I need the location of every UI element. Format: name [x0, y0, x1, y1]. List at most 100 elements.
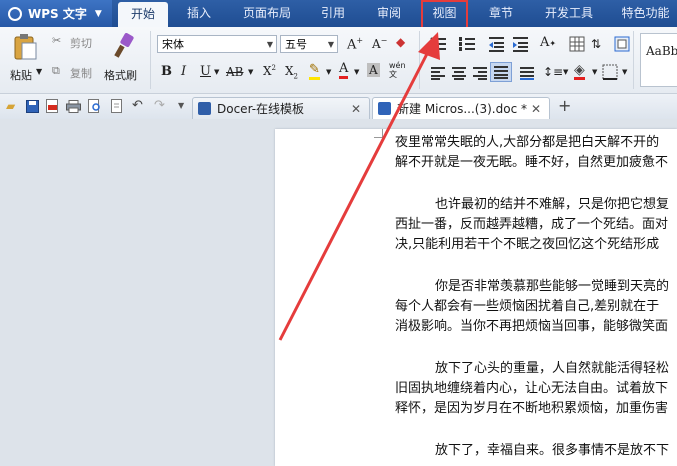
print-preview-icon[interactable] [88, 99, 102, 113]
tab-docer-templates[interactable]: Docer-在线模板 ✕ [192, 97, 370, 119]
line-spacing-icon[interactable]: ↕≡ [543, 65, 563, 79]
table-icon[interactable] [569, 36, 585, 52]
borders-icon[interactable] [602, 64, 618, 80]
wps-logo-icon [8, 6, 22, 21]
tab-developer[interactable]: 开发工具 [534, 0, 604, 27]
print-icon[interactable] [66, 100, 81, 113]
document-page[interactable]: 夜里常常失眠的人,大部分都是把白天解不开的 解不开就是一夜无眠。睡不好，自然更加… [275, 129, 677, 466]
paragraph-1: 夜里常常失眠的人,大部分都是把白天解不开的 解不开就是一夜无眠。睡不好，自然更加… [395, 133, 677, 173]
bold-icon[interactable]: B [161, 64, 172, 79]
text-line: 放下了心头的重量，人自然就能活得轻松 [435, 361, 670, 376]
word-doc-icon [378, 102, 391, 115]
text-line: 释怀，是因为岁月在不断地积累烦恼，加重伤害 [395, 401, 669, 416]
phonetic-guide-icon[interactable]: wén 文 [389, 61, 406, 79]
chevron-down-icon[interactable]: ▼ [178, 101, 184, 110]
shrink-font-icon[interactable]: A− [372, 36, 387, 51]
ribbon-divider [633, 31, 634, 89]
tab-page-layout[interactable]: 页面布局 [234, 0, 300, 27]
document-icon[interactable] [111, 99, 123, 113]
close-icon[interactable]: ✕ [531, 98, 541, 120]
justify-button[interactable] [490, 62, 512, 82]
copy-button[interactable]: ⧉ 复制 [52, 63, 102, 81]
text-direction-icon[interactable]: A✦ [540, 35, 556, 50]
increase-indent-icon[interactable] [512, 36, 530, 52]
text-line: 决,只能利用若干个不眠之夜回忆这个死结形成 [395, 237, 660, 252]
docer-icon [198, 102, 211, 115]
tab-references[interactable]: 引用 [310, 0, 356, 27]
subscript-icon[interactable]: X2 [285, 64, 298, 80]
paste-label: 粘贴 [10, 69, 32, 82]
cut-label: 剪切 [70, 37, 92, 50]
align-center-icon[interactable] [451, 66, 467, 80]
menu-bar: WPS 文字 ▼ 开始 插入 页面布局 引用 审阅 视图 章节 开发工具 特色功… [0, 0, 677, 27]
tab-insert[interactable]: 插入 [174, 0, 224, 27]
copy-icon: ⧉ [52, 64, 60, 77]
bullet-list-icon[interactable] [429, 36, 449, 52]
close-icon[interactable]: ✕ [351, 98, 361, 120]
margin-corner-mark [374, 129, 383, 138]
font-name-value: 宋体 [162, 38, 184, 51]
highlight-box [421, 0, 468, 30]
format-painter-button[interactable]: 格式刷 [104, 31, 144, 87]
font-size-select[interactable]: 五号 ▼ [280, 35, 338, 53]
underline-icon[interactable]: U [200, 64, 211, 79]
char-shading-icon[interactable]: A [367, 63, 380, 77]
text-line: 西扯一番，反而越弄越糟，成了一个死结。面对 [395, 217, 669, 232]
highlight-icon[interactable]: ✎ [309, 63, 320, 80]
tab-review[interactable]: 审阅 [366, 0, 412, 27]
tab-label: Docer-在线模板 [217, 102, 305, 116]
app-menu-button[interactable]: WPS 文字 ▼ [0, 0, 112, 27]
text-line: 也许最初的结并不难解，只是你把它想复 [435, 197, 670, 212]
show-marks-icon[interactable] [614, 36, 630, 52]
distributed-align-icon[interactable] [519, 66, 535, 80]
font-name-select[interactable]: 宋体 ▼ [157, 35, 277, 53]
style-preview[interactable]: AaBb [640, 33, 677, 87]
format-painter-label: 格式刷 [104, 69, 137, 82]
tab-special[interactable]: 特色功能 [614, 0, 677, 27]
new-tab-icon[interactable]: + [558, 96, 571, 115]
align-left-icon[interactable] [430, 66, 446, 80]
save-icon[interactable] [26, 100, 39, 113]
paste-button[interactable]: 粘贴 ▼ [6, 31, 44, 87]
chevron-down-icon: ▼ [214, 68, 220, 76]
chevron-down-icon: ▼ [266, 40, 273, 49]
chevron-down-icon: ▼ [36, 67, 43, 76]
tab-document[interactable]: 新建 Micros...(3).doc * ✕ [372, 97, 550, 119]
tab-chapter[interactable]: 章节 [478, 0, 524, 27]
paragraph-5: 放下了，幸福自来。很多事情不是放不下 [395, 441, 677, 461]
scissors-icon: ✂ [52, 34, 62, 47]
cut-button[interactable]: ✂ 剪切 [52, 33, 102, 51]
document-workspace: 夜里常常失眠的人,大部分都是把白天解不开的 解不开就是一夜无眠。睡不好，自然更加… [0, 119, 677, 466]
text-line: 解不开就是一夜无眠。睡不好，自然更加疲惫不 [395, 155, 669, 170]
text-line: 消极影响。当你不再把烦恼当回事，能够微笑面 [395, 319, 669, 334]
ribbon: 粘贴 ▼ ✂ 剪切 ⧉ 复制 格式刷 宋体 ▼ 五号 ▼ A+ A− ◆ B I… [0, 27, 677, 94]
font-color-icon[interactable]: A [339, 62, 349, 79]
quick-access-and-tabs: ▰ ↶ ↷ ▼ Docer-在线模板 ✕ 新建 Micros...(3).doc… [0, 94, 677, 120]
text-line: 放下了，幸福自来。很多事情不是放不下 [435, 443, 670, 458]
strikethrough-icon[interactable]: AB [226, 65, 243, 79]
paragraph-3: 你是否非常羡慕那些能够一觉睡到天亮的 每个人都会有一些烦恼困扰着自己,差别就在于… [395, 277, 677, 337]
decrease-indent-icon[interactable] [488, 36, 506, 52]
clear-format-icon[interactable]: ◆ [396, 35, 405, 49]
ribbon-divider [150, 31, 151, 89]
export-pdf-icon[interactable] [46, 99, 59, 113]
superscript-icon[interactable]: X2 [263, 64, 276, 78]
open-folder-icon[interactable]: ▰ [6, 99, 15, 113]
italic-icon[interactable]: I [181, 64, 186, 79]
sort-icon[interactable]: ⇅ [591, 37, 601, 51]
chevron-down-icon: ▼ [94, 8, 102, 19]
ribbon-divider [419, 31, 420, 89]
chevron-down-icon: ▼ [354, 68, 360, 76]
redo-icon[interactable]: ↷ [154, 98, 165, 113]
copy-label: 复制 [70, 67, 92, 80]
numbered-list-icon[interactable] [458, 36, 478, 52]
paragraph-shading-icon[interactable]: ◈ [574, 63, 585, 80]
paragraph-4: 放下了心头的重量，人自然就能活得轻松 旧固执地缠绕着内心，让心无法自由。试着放下… [395, 359, 677, 419]
text-line: 夜里常常失眠的人,大部分都是把白天解不开的 [395, 135, 660, 150]
font-size-value: 五号 [285, 38, 307, 51]
undo-icon[interactable]: ↶ [132, 98, 143, 113]
tab-home[interactable]: 开始 [118, 2, 168, 27]
grow-font-icon[interactable]: A+ [347, 36, 363, 52]
paragraph-2: 也许最初的结并不难解，只是你把它想复 西扯一番，反而越弄越糟，成了一个死结。面对… [395, 195, 677, 255]
align-right-icon[interactable] [472, 66, 488, 80]
